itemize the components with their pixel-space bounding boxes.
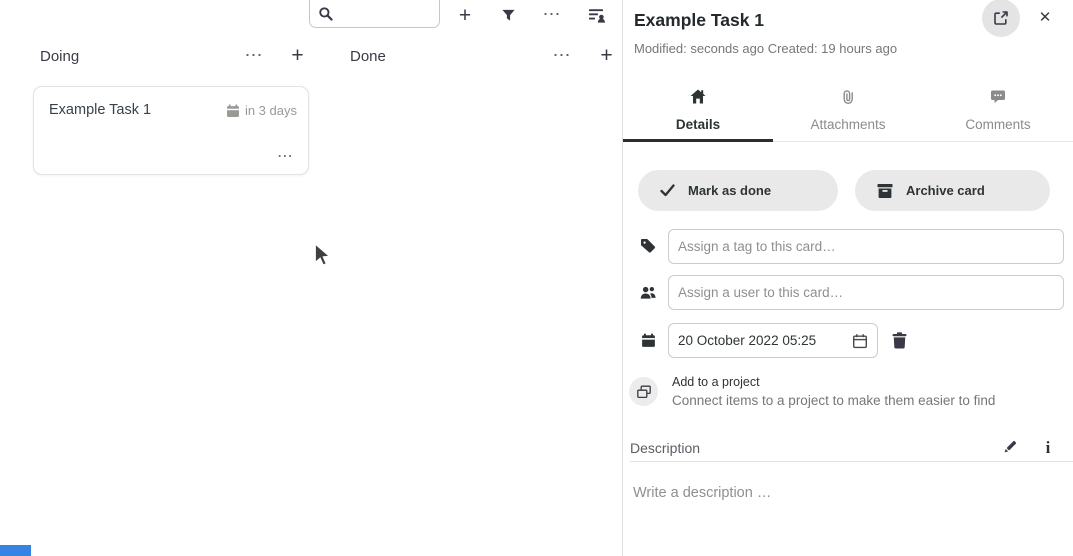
checkmark-icon	[660, 184, 675, 197]
tab-attachments-label: Attachments	[773, 117, 923, 132]
add-to-project-title: Add to a project	[672, 375, 760, 389]
tag-row	[623, 229, 1073, 264]
doing-column-menu-button[interactable]: ⋯	[242, 44, 266, 66]
filter-icon	[501, 8, 516, 23]
calendar-icon	[226, 104, 240, 118]
board-menu-button[interactable]: ⋯	[540, 3, 564, 25]
mark-as-done-button[interactable]: Mark as done	[638, 170, 838, 211]
trash-icon	[891, 332, 908, 349]
done-column-menu-button[interactable]: ⋯	[550, 44, 574, 66]
task-card[interactable]: Example Task 1 in 3 days ⋯	[33, 86, 309, 175]
sort-button[interactable]	[586, 5, 608, 25]
archive-card-label: Archive card	[906, 183, 985, 198]
description-text-area[interactable]: Write a description …	[633, 485, 771, 501]
tab-details[interactable]: Details	[623, 84, 773, 141]
panel-card-title: Example Task 1	[634, 10, 764, 31]
kanban-board: + ⋯ Doing ⋯ + Done ⋯ + Example Task 1	[0, 0, 622, 556]
comment-icon	[923, 89, 1073, 104]
tab-details-label: Details	[623, 117, 773, 132]
description-info-button[interactable]: i	[1039, 438, 1057, 456]
tab-comments[interactable]: Comments	[923, 84, 1073, 141]
edit-description-button[interactable]	[1001, 438, 1019, 456]
users-icon	[640, 285, 656, 300]
remove-due-date-button[interactable]	[889, 330, 909, 350]
card-title: Example Task 1	[49, 102, 151, 118]
info-icon: i	[1046, 439, 1051, 456]
mouse-cursor	[313, 242, 334, 272]
calendar-icon	[640, 333, 656, 348]
description-label: Description	[630, 440, 700, 456]
archive-card-button[interactable]: Archive card	[855, 170, 1050, 211]
mark-as-done-label: Mark as done	[688, 183, 771, 198]
paperclip-icon	[773, 89, 923, 105]
doing-add-card-button[interactable]: +	[285, 43, 310, 68]
pencil-icon	[1002, 439, 1018, 455]
tab-attachments[interactable]: Attachments	[773, 84, 923, 141]
sort-list-icon	[588, 7, 606, 23]
due-date-value: 20 October 2022 05:25	[678, 333, 816, 348]
user-row	[623, 275, 1073, 310]
open-in-window-button[interactable]	[982, 0, 1020, 37]
search-input[interactable]	[309, 0, 440, 28]
card-due-label: in 3 days	[245, 103, 297, 118]
add-list-button[interactable]: +	[452, 2, 478, 28]
close-icon: ✕	[1039, 8, 1052, 26]
assign-tag-input[interactable]	[668, 229, 1064, 264]
card-menu-button[interactable]: ⋯	[277, 149, 294, 165]
search-field[interactable]	[339, 6, 429, 21]
kanban-app-window: + ⋯ Doing ⋯ + Done ⋯ + Example Task 1	[0, 0, 1073, 556]
tab-comments-label: Comments	[923, 117, 1073, 132]
calendar-picker-icon[interactable]	[852, 333, 868, 349]
description-divider	[630, 461, 1073, 462]
tag-icon	[640, 238, 656, 254]
card-details-panel: Example Task 1 Modified: seconds ago Cre…	[623, 0, 1073, 556]
assign-user-input[interactable]	[668, 275, 1064, 310]
description-section: Description i Write a description …	[623, 438, 1073, 556]
projects-icon	[629, 377, 658, 406]
add-to-project-row[interactable]: Add to a project Connect items to a proj…	[623, 374, 1073, 410]
filter-button[interactable]	[498, 5, 518, 25]
panel-card-meta: Modified: seconds ago Created: 19 hours …	[634, 41, 897, 56]
close-panel-button[interactable]: ✕	[1033, 6, 1057, 28]
archive-icon	[877, 183, 893, 198]
column-title-done: Done	[350, 48, 386, 65]
home-icon	[623, 89, 773, 104]
due-date-field[interactable]: 20 October 2022 05:25	[668, 323, 878, 358]
done-add-card-button[interactable]: +	[594, 43, 619, 68]
due-date-row: 20 October 2022 05:25	[623, 323, 1073, 358]
column-title-doing: Doing	[40, 48, 79, 65]
external-link-icon	[993, 10, 1009, 26]
card-due-date: in 3 days	[226, 103, 297, 118]
add-to-project-subtitle: Connect items to a project to make them …	[672, 393, 995, 408]
search-icon	[318, 6, 333, 21]
accent-corner-artifact	[0, 545, 31, 556]
panel-tabs: Details Attachments Comments	[623, 84, 1073, 142]
